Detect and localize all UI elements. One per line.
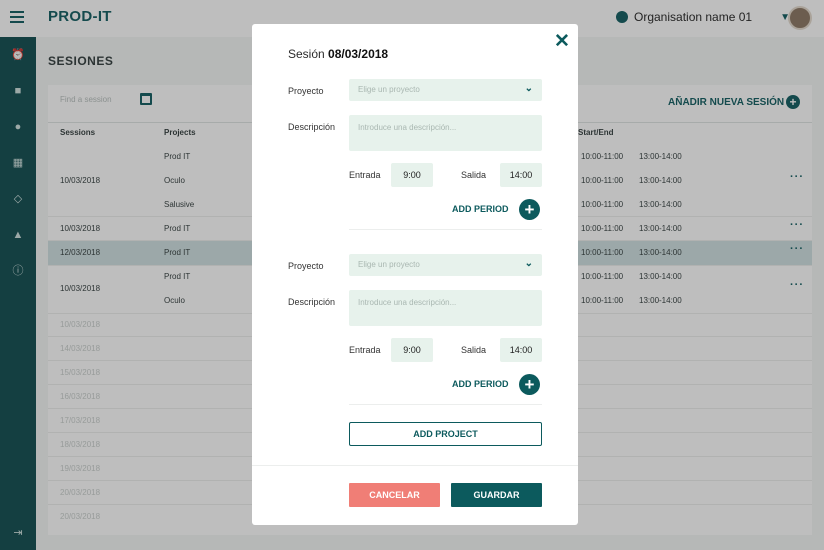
project-select[interactable]: Elige un proyecto ⌄ [349, 79, 542, 101]
add-circle-icon[interactable]: + [519, 374, 540, 395]
project-label: Proyecto [288, 261, 324, 271]
modal-title-date: 08/03/2018 [328, 47, 389, 61]
save-button[interactable]: GUARDAR [451, 483, 542, 507]
add-period-button[interactable]: ADD PERIOD [452, 379, 509, 389]
description-label: Descripción [288, 297, 336, 307]
description-placeholder: Introduce una descripción... [358, 298, 457, 307]
exit-time-input[interactable]: 14:00 [500, 163, 542, 187]
modal-title: Sesión 08/03/2018 [288, 47, 389, 61]
description-field[interactable]: Introduce una descripción... [349, 115, 542, 151]
add-project-button[interactable]: ADD PROJECT [349, 422, 542, 446]
add-period-button[interactable]: ADD PERIOD [452, 204, 509, 214]
project-select[interactable]: Elige un proyecto ⌄ [349, 254, 542, 276]
exit-label: Salida [461, 170, 487, 180]
cancel-button[interactable]: CANCELAR [349, 483, 440, 507]
description-label: Descripción [288, 122, 336, 132]
entry-label: Entrada [349, 345, 381, 355]
entry-time-input[interactable]: 9:00 [391, 338, 433, 362]
project-label: Proyecto [288, 86, 324, 96]
divider [252, 465, 578, 466]
entry-time-input[interactable]: 9:00 [391, 163, 433, 187]
divider [349, 404, 542, 405]
entry-label: Entrada [349, 170, 381, 180]
project-placeholder: Elige un proyecto [358, 85, 420, 94]
chevron-down-icon: ⌄ [524, 83, 533, 94]
session-modal: Sesión 08/03/2018 ✕ Proyecto Elige un pr… [252, 24, 578, 525]
close-icon[interactable]: ✕ [554, 30, 570, 53]
description-field[interactable]: Introduce una descripción... [349, 290, 542, 326]
chevron-down-icon: ⌄ [524, 258, 533, 269]
divider [349, 229, 542, 230]
exit-label: Salida [461, 345, 487, 355]
description-placeholder: Introduce una descripción... [358, 123, 457, 132]
exit-time-input[interactable]: 14:00 [500, 338, 542, 362]
project-placeholder: Elige un proyecto [358, 260, 420, 269]
add-circle-icon[interactable]: + [519, 199, 540, 220]
